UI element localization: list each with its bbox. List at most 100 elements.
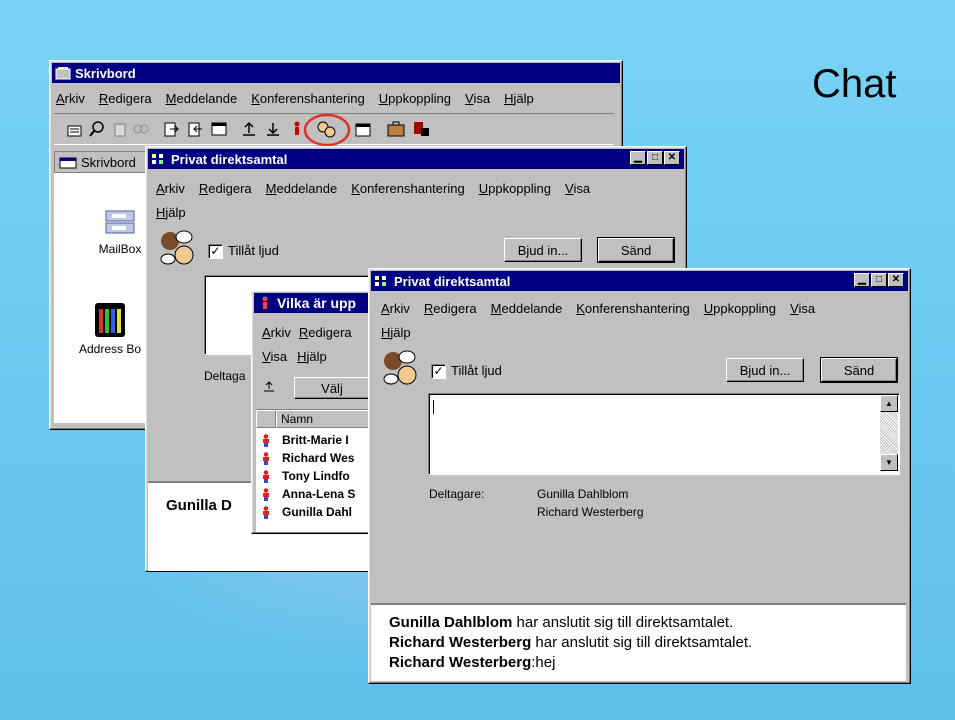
trash-icon[interactable]: [112, 120, 128, 138]
menu-visa[interactable]: Visa: [465, 91, 490, 106]
transcript-text: :hej: [531, 654, 556, 671]
chat-front-menubar: Arkiv Redigera Meddelande Konferenshante…: [381, 301, 815, 316]
briefcase-icon[interactable]: [386, 120, 406, 138]
who-titlebar[interactable]: Vilka är upp: [254, 293, 380, 313]
door-in-icon[interactable]: [186, 120, 204, 138]
maximize-button[interactable]: □: [647, 151, 663, 165]
menu-konferenshantering[interactable]: Konferenshantering: [251, 91, 364, 106]
send-button[interactable]: Sänd: [597, 237, 675, 263]
chat-window-icon: [375, 276, 386, 286]
window-icon[interactable]: [210, 120, 228, 138]
menu-visa[interactable]: Visa: [790, 301, 815, 316]
slide-title: Chat: [812, 62, 897, 106]
menu-redigera[interactable]: Redigera: [199, 181, 252, 196]
desktop-toolbar: [54, 113, 614, 147]
upload-icon[interactable]: [240, 120, 258, 138]
column-header-icon: [256, 410, 276, 428]
scroll-up-button[interactable]: ▲: [880, 395, 898, 412]
who-list[interactable]: Namn Britt-Marie I Richard Wes Tony Lind…: [256, 409, 380, 532]
allow-sound-checkbox[interactable]: ✓: [208, 244, 223, 259]
allow-sound-label: Tillåt ljud: [228, 243, 279, 258]
desktop-titlebar[interactable]: Skrivbord: [52, 63, 620, 83]
menu-meddelande[interactable]: Meddelande: [166, 91, 238, 106]
menu-hjalp[interactable]: Hjälp: [504, 91, 534, 106]
menu-redigera[interactable]: Redigera: [424, 301, 477, 316]
search-icon[interactable]: [88, 120, 106, 138]
person-online-icon: [263, 452, 269, 465]
menu-uppkoppling[interactable]: Uppkoppling: [704, 301, 776, 316]
close-button[interactable]: ✕: [664, 151, 680, 165]
chat-back-titlebar[interactable]: Privat direktsamtal: [148, 149, 684, 169]
allow-sound-checkbox[interactable]: ✓: [431, 364, 446, 379]
menu-hjalp[interactable]: Hjälp: [297, 349, 327, 364]
list-item[interactable]: Richard Wes: [256, 450, 380, 468]
transcript-line: Richard Westerberg har anslutit sig till…: [389, 633, 906, 653]
participants-label: Deltagare:: [429, 487, 485, 501]
person-online-icon: [263, 470, 269, 483]
message-scrollbar[interactable]: ▲ ▼: [880, 395, 898, 471]
chat-front-title: Privat direktsamtal: [394, 273, 511, 289]
close-button[interactable]: ✕: [888, 273, 904, 287]
menu-uppkoppling[interactable]: Uppkoppling: [379, 91, 451, 106]
menu-meddelande[interactable]: Meddelande: [491, 301, 563, 316]
minimize-button[interactable]: ▁: [630, 151, 646, 165]
who-title: Vilka är upp: [277, 295, 357, 311]
participant-name: Richard Westerberg: [537, 505, 644, 519]
menu-konferenshantering[interactable]: Konferenshantering: [576, 301, 689, 316]
desktop-title: Skrivbord: [75, 65, 136, 81]
transcript-line: Gunilla Dahlblom har anslutit sig till d…: [389, 613, 906, 633]
address-book-icon: [95, 303, 125, 337]
chat-window-front[interactable]: Privat direktsamtal ▁ □ ✕ Arkiv Redigera…: [368, 268, 911, 684]
send-button[interactable]: Sänd: [820, 357, 898, 383]
who-online-window[interactable]: Vilka är upp Arkiv Redigera Visa Hjälp V…: [251, 290, 383, 534]
menu-konferenshantering[interactable]: Konferenshantering: [351, 181, 464, 196]
menu-visa[interactable]: Visa: [565, 181, 590, 196]
menu-visa[interactable]: Visa: [262, 349, 287, 364]
menu-arkiv[interactable]: Arkiv: [381, 301, 410, 316]
minimize-button[interactable]: ▁: [854, 273, 870, 287]
menu-redigera[interactable]: Redigera: [99, 91, 152, 106]
door-out-icon[interactable]: [162, 120, 180, 138]
select-button[interactable]: Välj: [294, 377, 370, 399]
desktop-icon: [55, 67, 71, 80]
chat-transcript[interactable]: Gunilla Dahlblom har anslutit sig till d…: [371, 603, 906, 681]
allow-sound-label: Tillåt ljud: [451, 363, 502, 378]
chat-front-titlebar[interactable]: Privat direktsamtal: [371, 271, 908, 291]
menu-arkiv[interactable]: Arkiv: [56, 91, 85, 106]
list-item[interactable]: Tony Lindfo: [256, 468, 380, 486]
who-window-icon: [262, 296, 268, 309]
column-header-name[interactable]: Namn: [276, 410, 380, 428]
participant-name: Gunilla Dahlblom: [537, 487, 629, 501]
menu-hjalp[interactable]: Hjälp: [156, 205, 186, 220]
menu-arkiv[interactable]: Arkiv: [156, 181, 185, 196]
menu-hjalp[interactable]: Hjälp: [381, 325, 411, 340]
maximize-button[interactable]: □: [871, 273, 887, 287]
menu-meddelande[interactable]: Meddelande: [266, 181, 338, 196]
new-message-icon[interactable]: [66, 120, 84, 138]
link-icon[interactable]: [132, 120, 150, 138]
scroll-down-button[interactable]: ▼: [880, 454, 898, 471]
list-item[interactable]: Britt-Marie I: [256, 432, 380, 450]
invite-button[interactable]: Bjud in...: [504, 238, 582, 262]
list-item[interactable]: Anna-Lena S: [256, 486, 380, 504]
desktop-tab[interactable]: Skrivbord: [54, 151, 154, 173]
menu-arkiv[interactable]: Arkiv: [262, 325, 291, 340]
chat-faces-icon: [160, 230, 194, 265]
calendar-icon[interactable]: [354, 120, 372, 138]
download-icon[interactable]: [264, 120, 282, 138]
message-input[interactable]: ▲ ▼: [428, 393, 900, 475]
invite-button[interactable]: Bjud in...: [726, 358, 804, 382]
transcript-sender: Richard Westerberg: [389, 654, 532, 671]
who-small-icon: [264, 381, 274, 392]
chat-front-menubar-row2: Hjälp: [381, 325, 411, 340]
transcript-sender: Richard Westerberg: [389, 634, 532, 651]
menu-redigera[interactable]: Redigera: [299, 325, 352, 340]
person-online-icon: [263, 488, 269, 501]
chat-back-menubar-row2: Hjälp: [156, 205, 186, 220]
mailbox-icon: [105, 210, 135, 234]
chat-window-icon: [152, 154, 163, 164]
exit-icon[interactable]: [412, 120, 432, 138]
menu-uppkoppling[interactable]: Uppkoppling: [479, 181, 551, 196]
participants-label: Deltaga: [204, 369, 246, 383]
list-item[interactable]: Gunilla Dahl: [256, 504, 380, 522]
